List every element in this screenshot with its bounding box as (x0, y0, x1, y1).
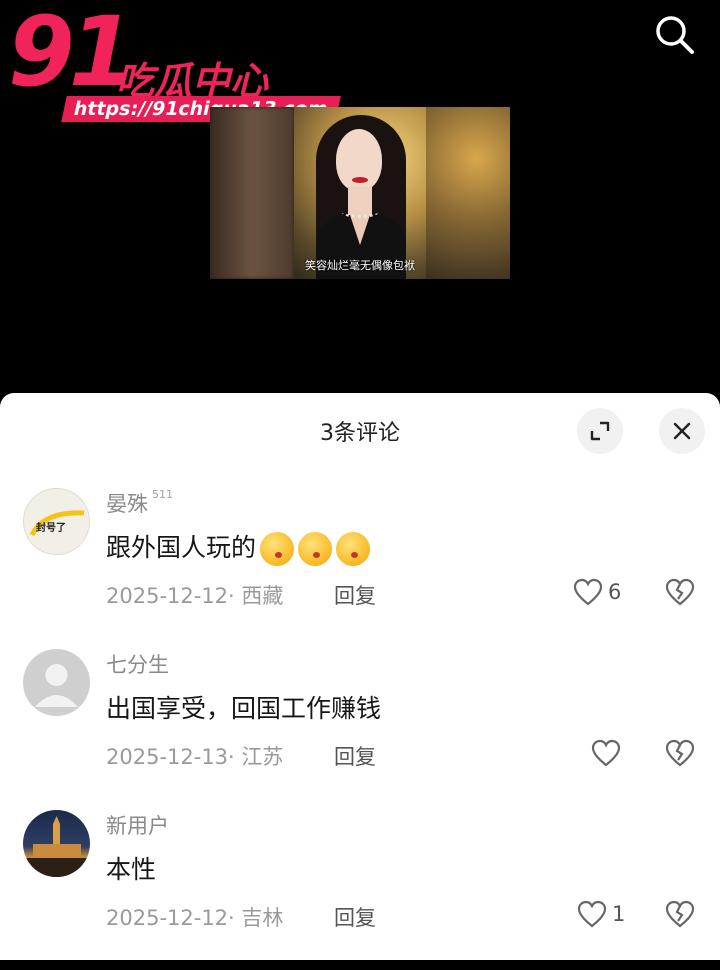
avatar[interactable]: 封号了 (23, 488, 90, 555)
broken-heart-icon (665, 578, 695, 606)
user-badge: 511 (152, 488, 173, 501)
heart-icon (577, 900, 607, 928)
broken-heart-icon (665, 739, 695, 767)
like-count: 1 (612, 902, 626, 926)
dislike-button[interactable] (664, 577, 696, 609)
comment-body: 跟外国人玩的 (106, 533, 257, 562)
search-button[interactable] (652, 12, 698, 58)
username-text: 晏殊 (106, 492, 148, 516)
comment-username[interactable]: 七分生 (106, 649, 169, 679)
comment-text: 跟外国人玩的 (106, 528, 371, 566)
avatar-text: 封号了 (36, 523, 66, 534)
comment-date-location: 2025-12-12· 吉林 (106, 906, 284, 930)
site-logo: 91 吃瓜中心 https://91chigua13.com (8, 4, 341, 122)
video-blur-right (426, 107, 510, 279)
heart-icon (591, 739, 621, 767)
comment-item: 封号了 晏殊 511 跟外国人玩的 2025-12-12· 西藏 回复 6 (0, 488, 720, 648)
comment-date-location: 2025-12-13· 江苏 (106, 745, 284, 769)
expand-button[interactable] (577, 408, 623, 454)
video-thumbnail (294, 107, 426, 279)
reply-button[interactable]: 回复 (334, 902, 376, 932)
video-area: 91 吃瓜中心 https://91chigua13.com 笑容灿烂毫无偶像包… (0, 0, 720, 400)
comment-text: 出国享受，回国工作赚钱 (106, 694, 382, 723)
comment-item: 七分生 出国享受，回国工作赚钱 2025-12-13· 江苏 回复 (0, 649, 720, 809)
broken-heart-icon (665, 900, 695, 928)
reply-button[interactable]: 回复 (334, 741, 376, 771)
dislike-button[interactable] (664, 738, 696, 770)
comment-text: 本性 (106, 855, 157, 884)
dislike-button[interactable] (664, 899, 696, 931)
video-subtitle: 笑容灿烂毫无偶像包袱 (305, 259, 415, 272)
kiss-emoji-icon (260, 532, 295, 566)
default-avatar-icon (35, 664, 78, 707)
comment-sheet: 3条评论 封号了 晏殊511 跟外国人玩的 2025-12-12· 西藏 回复 (0, 393, 720, 960)
close-icon (673, 422, 691, 440)
avatar[interactable] (23, 810, 90, 877)
comment-username[interactable]: 晏殊 511 (106, 488, 173, 518)
reply-button[interactable]: 回复 (334, 580, 376, 610)
close-button[interactable] (659, 408, 705, 454)
like-count: 6 (608, 580, 622, 604)
avatar-image (23, 816, 90, 877)
kiss-emoji-icon (336, 532, 371, 566)
avatar[interactable] (23, 649, 90, 716)
expand-icon (590, 421, 610, 441)
comment-username[interactable]: 新用户 (106, 810, 169, 840)
heart-icon (573, 578, 603, 606)
comment-item: 新用户 本性 2025-12-12· 吉林 回复 1 (0, 810, 720, 970)
video-player[interactable]: 笑容灿烂毫无偶像包袱 (210, 107, 510, 279)
video-blur-left (210, 107, 294, 279)
comment-date-location: 2025-12-12· 西藏 (106, 584, 284, 608)
logo-number: 91 (8, 0, 136, 108)
search-icon (656, 16, 694, 54)
kiss-emoji-icon (298, 532, 333, 566)
